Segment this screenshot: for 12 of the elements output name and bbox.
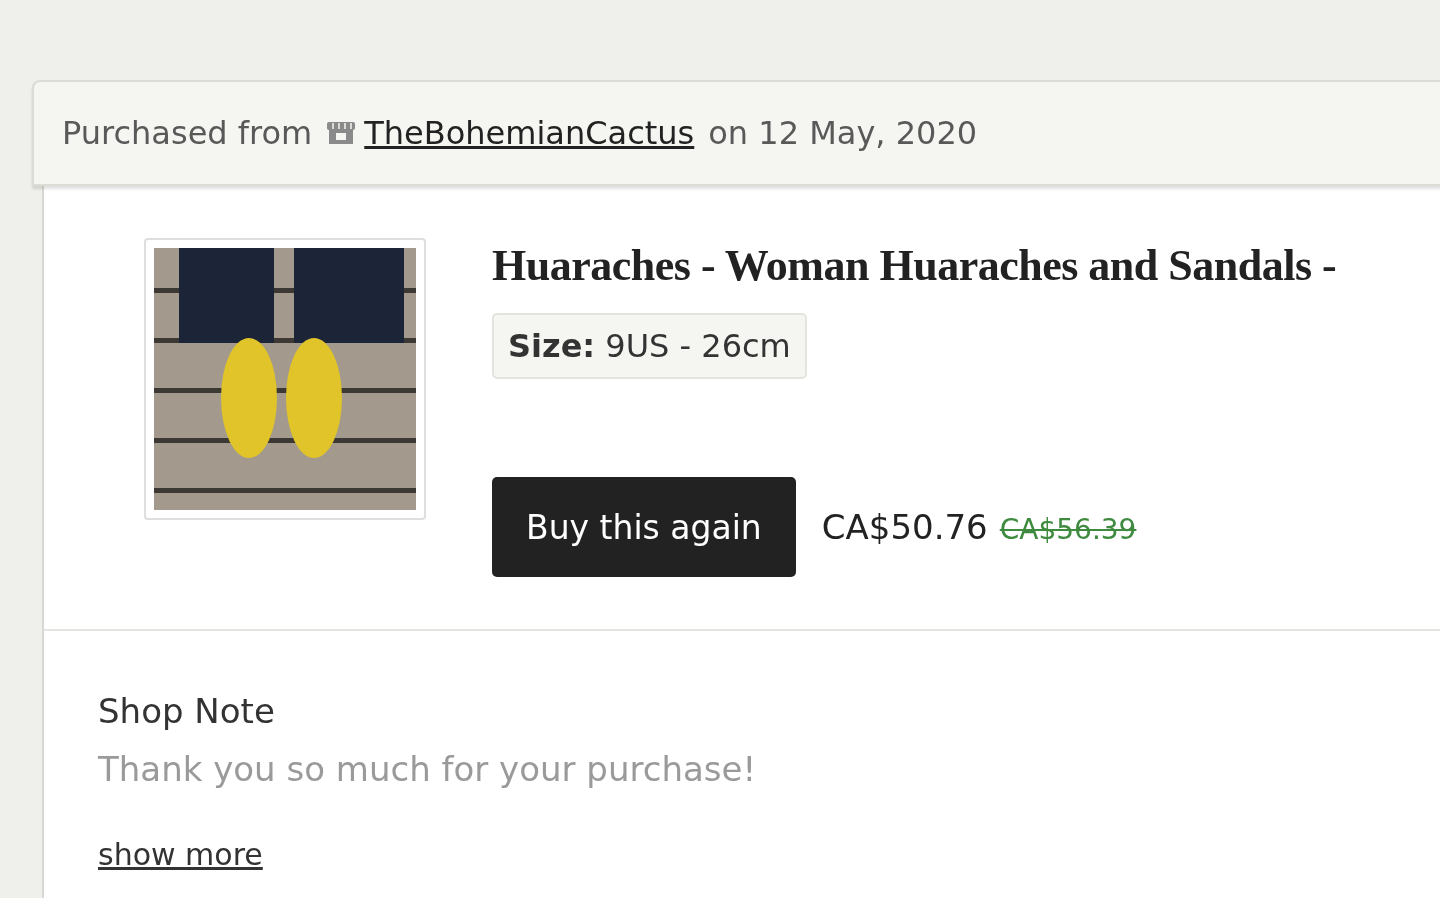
purchased-from-label: Purchased from [62, 114, 313, 152]
shop-note-heading: Shop Note [98, 691, 276, 731]
original-price: CA$56.39 [999, 513, 1137, 546]
shop-link[interactable]: TheBohemianCactus [326, 114, 695, 152]
shop-note-text: Thank you so much for your purchase! [98, 749, 758, 789]
show-more-link[interactable]: show more [98, 837, 1440, 872]
storefront-icon [326, 121, 357, 145]
purchase-date: on 12 May, 2020 [708, 114, 978, 152]
buy-again-button[interactable]: Buy this again [492, 477, 796, 577]
sale-price: CA$50.76 [821, 507, 988, 547]
size-variation: Size: 9US - 26cm [492, 313, 807, 379]
item-title: Huaraches - Woman Huaraches and Sandals - [492, 240, 1337, 291]
